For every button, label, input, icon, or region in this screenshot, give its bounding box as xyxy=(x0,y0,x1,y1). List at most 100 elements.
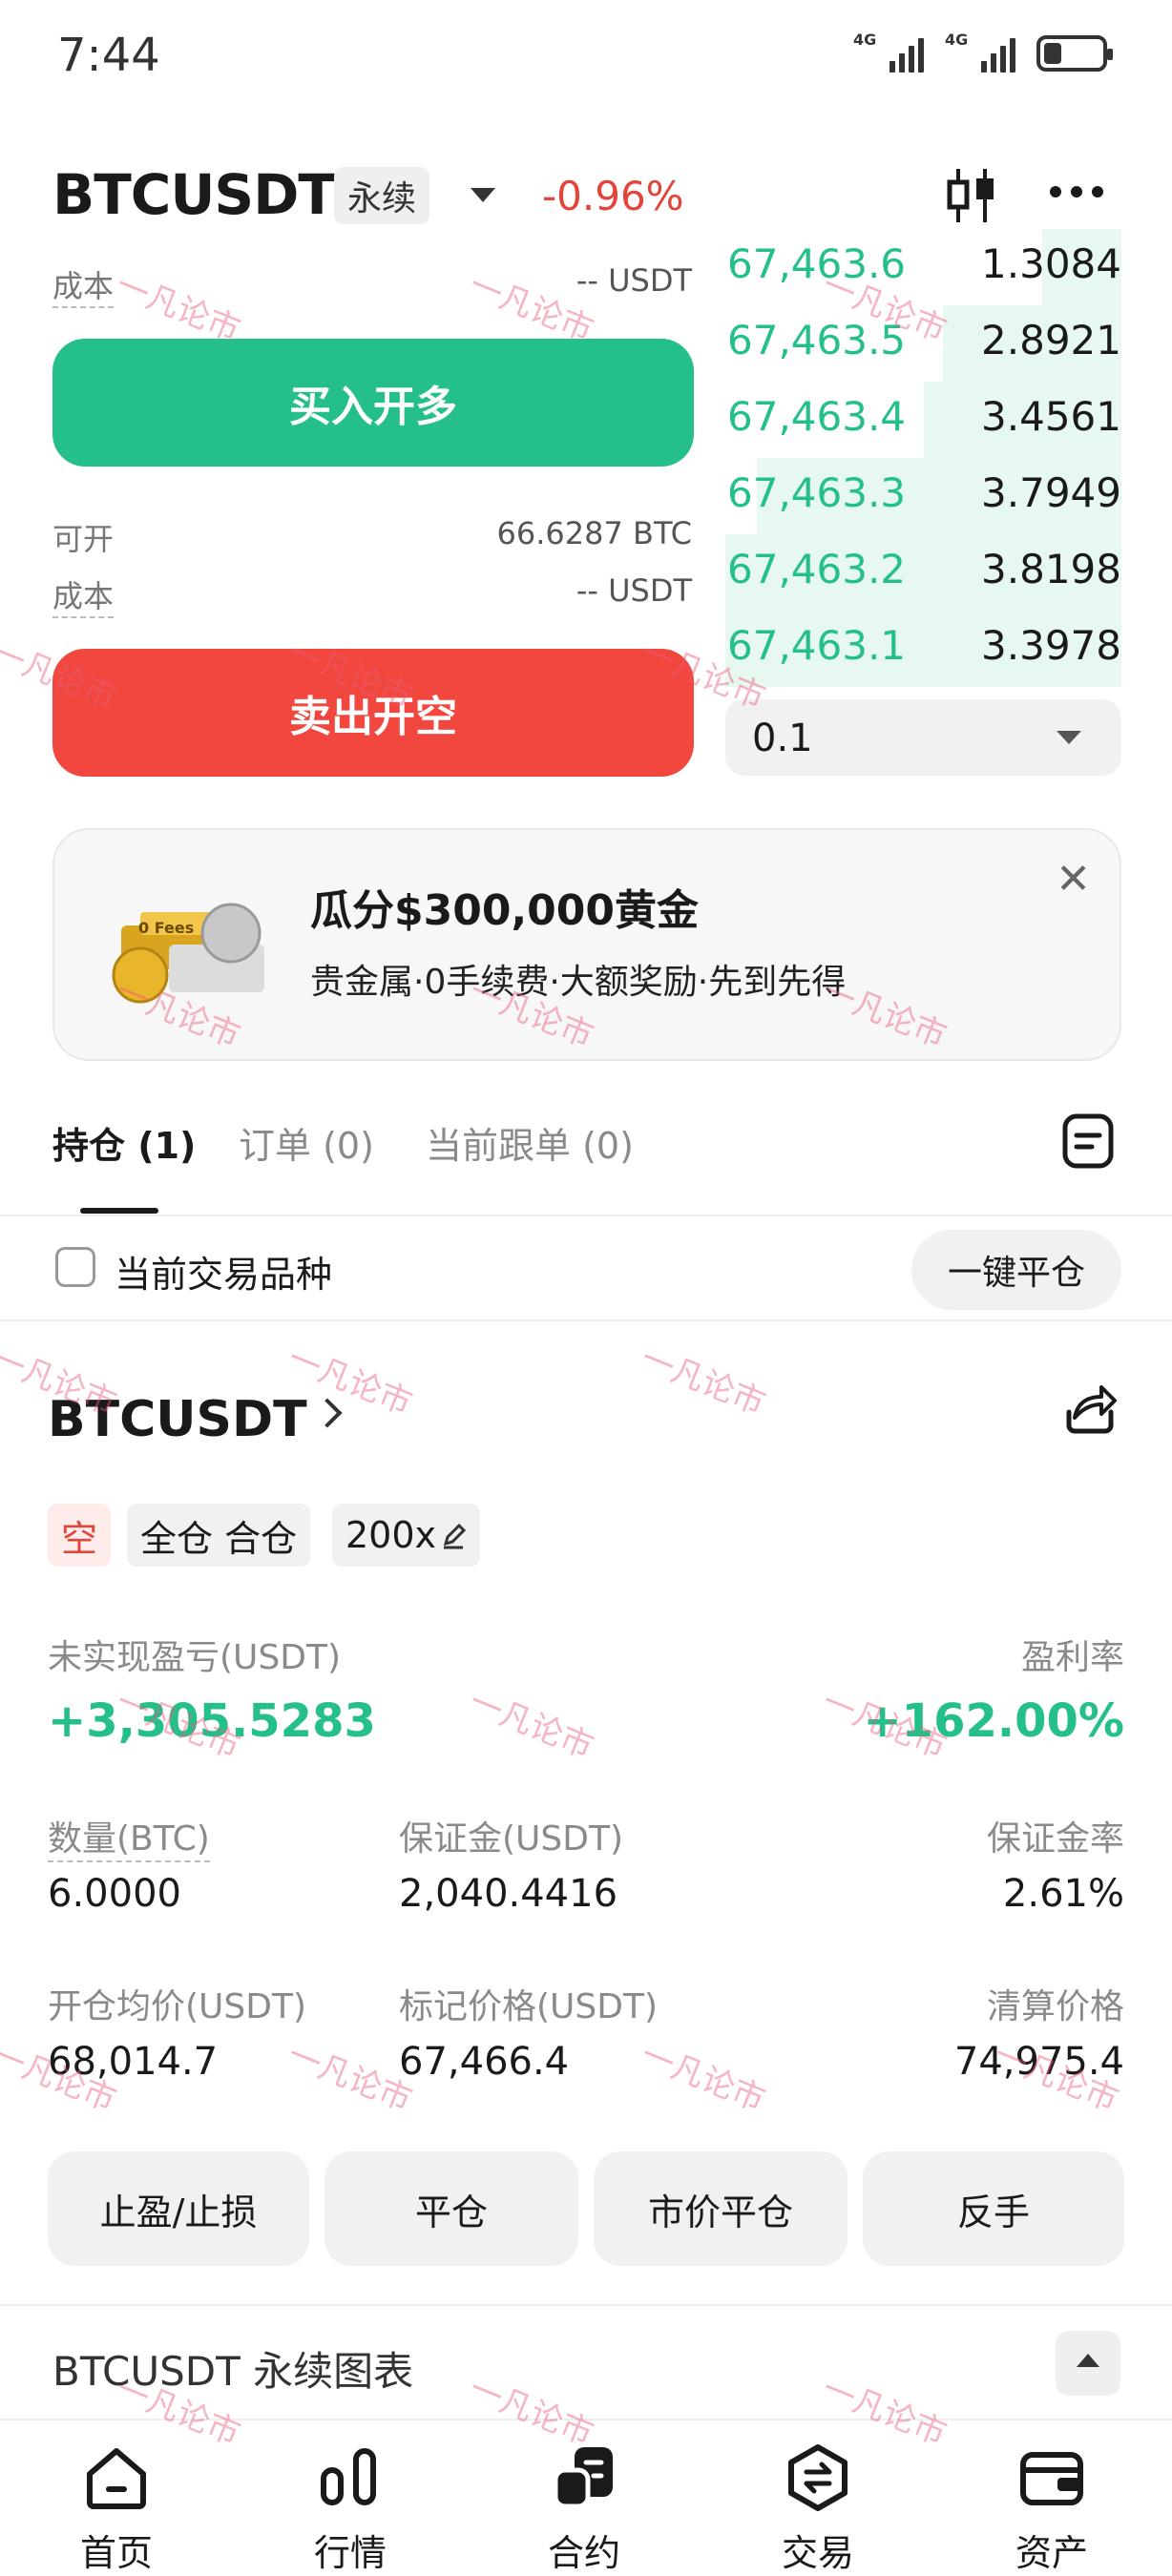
tp-sl-button[interactable]: 止盈/止损 xyxy=(48,2151,309,2266)
buy-long-button[interactable]: 买入开多 xyxy=(52,339,694,467)
status-time: 7:44 xyxy=(57,29,160,82)
margin-ratio-value: 2.61% xyxy=(1002,1872,1124,1916)
gold-bars-icon: 0 Fees xyxy=(112,903,264,1004)
mark-price-label: 标记价格(USDT) xyxy=(399,1987,659,2026)
orderbook-price: 67,463.2 xyxy=(727,546,907,592)
margin-ratio-label: 保证金率 xyxy=(986,1819,1124,1859)
close-position-button[interactable]: 平仓 xyxy=(324,2151,578,2266)
orderbook-qty: 2.8921 xyxy=(981,317,1121,364)
orderbook-qty: 3.8198 xyxy=(981,546,1121,592)
tab-orders[interactable]: 订单 (0) xyxy=(239,1116,374,1169)
orderbook-qty: 3.4561 xyxy=(981,393,1121,440)
orderbook-price: 67,463.6 xyxy=(727,240,907,287)
leverage-badge[interactable]: 200x xyxy=(332,1504,481,1567)
orderbook-row[interactable]: 67,463.3 3.7949 xyxy=(725,458,1121,534)
current-symbol-label: 当前交易品种 xyxy=(115,1254,333,1296)
orderbook-price: 67,463.5 xyxy=(727,317,907,364)
watermark: 一凡论市 xyxy=(636,1339,771,1423)
signal-icon: 4G xyxy=(945,31,1015,73)
entry-price-label: 开仓均价(USDT) xyxy=(48,1987,307,2026)
close-all-button[interactable]: 一键平仓 xyxy=(911,1230,1121,1310)
nav-home[interactable]: 首页 xyxy=(21,2420,212,2576)
unrealized-pnl-value: +3,305.5283 xyxy=(48,1694,376,1748)
bottom-nav: 首页 行情 合约 交易 资产 xyxy=(0,2419,1172,2576)
share-icon[interactable] xyxy=(1061,1380,1119,1437)
more-icon[interactable] xyxy=(1050,186,1103,197)
nav-futures[interactable]: 合约 xyxy=(489,2420,680,2576)
orderbook-qty: 3.7949 xyxy=(981,469,1121,516)
chevron-right-icon[interactable] xyxy=(312,1398,343,1428)
precision-select[interactable]: 0.1 xyxy=(725,699,1121,776)
candlestick-chart-icon[interactable] xyxy=(945,167,998,224)
filter-row: 当前交易品种 一键平仓 xyxy=(0,1216,1172,1321)
roe-label: 盈利率 xyxy=(1020,1638,1124,1677)
cost-label: 成本 xyxy=(52,572,115,618)
tab-positions[interactable]: 持仓 (1) xyxy=(52,1116,196,1169)
quantity-label: 数量(BTC) xyxy=(48,1811,210,1862)
reverse-position-button[interactable]: 反手 xyxy=(863,2151,1124,2266)
collapse-chart-button[interactable] xyxy=(1056,2331,1120,2396)
nav-trade[interactable]: 交易 xyxy=(722,2420,913,2576)
signal-icon: 4G xyxy=(853,31,924,73)
liquidation-price-value: 74,975.4 xyxy=(953,2040,1124,2084)
cost-label: 成本 xyxy=(52,262,115,308)
orderbook-row[interactable]: 67,463.5 2.8921 xyxy=(725,305,1121,382)
promo-title: 瓜分$300,000黄金 xyxy=(310,886,700,935)
close-icon[interactable]: ✕ xyxy=(1056,855,1091,904)
watermark: 一凡论市 xyxy=(464,1682,599,1767)
header: BTCUSDT 永续 -0.96% xyxy=(0,157,1172,234)
document-icon[interactable] xyxy=(1061,1112,1115,1170)
available-label: 可开 xyxy=(52,521,115,557)
margin-value: 2,040.4416 xyxy=(399,1872,618,1916)
orderbook-qty: 3.3978 xyxy=(981,622,1121,669)
home-icon xyxy=(87,2448,146,2509)
margin-label: 保证金(USDT) xyxy=(399,1819,624,1859)
svg-text:0 Fees: 0 Fees xyxy=(138,919,194,937)
status-bar: 7:44 4G 4G xyxy=(0,0,1172,114)
promo-subtitle: 贵金属·0手续费·大额奖励·先到先得 xyxy=(310,963,847,1002)
precision-value: 0.1 xyxy=(752,717,813,760)
unrealized-pnl-label: 未实现盈亏(USDT) xyxy=(48,1638,342,1677)
mark-price-value: 67,466.4 xyxy=(399,2040,570,2084)
status-icons: 4G 4G xyxy=(853,31,1113,73)
leverage-value: 200x xyxy=(345,1514,437,1556)
nav-assets[interactable]: 资产 xyxy=(956,2420,1147,2576)
orderbook-row[interactable]: 67,463.6 1.3084 xyxy=(725,229,1121,305)
orderbook-price: 67,463.1 xyxy=(727,622,907,669)
edit-icon xyxy=(443,1523,467,1549)
orderbook-price: 67,463.4 xyxy=(727,393,907,440)
price-change: -0.96% xyxy=(542,173,684,219)
watermark: 一凡论市 xyxy=(111,265,246,350)
orderbook-qty: 1.3084 xyxy=(981,240,1121,287)
orderbook-row[interactable]: 67,463.1 3.3978 xyxy=(725,611,1121,687)
markets-icon xyxy=(321,2448,376,2505)
market-close-button[interactable]: 市价平仓 xyxy=(594,2151,848,2266)
trade-icon xyxy=(788,2444,848,2511)
orderbook-row[interactable]: 67,463.4 3.4561 xyxy=(725,382,1121,458)
chevron-down-icon xyxy=(1057,731,1081,744)
chart-section-title: BTCUSDT 永续图表 xyxy=(52,2348,414,2395)
wallet-icon xyxy=(1020,2452,1083,2505)
available-value: 66.6287 BTC xyxy=(496,515,692,551)
margin-mode-badge: 全仓 合仓 xyxy=(127,1504,311,1567)
position-symbol[interactable]: BTCUSDT xyxy=(48,1391,307,1448)
tab-copy-trades[interactable]: 当前跟单 (0) xyxy=(426,1116,634,1169)
quantity-value: 6.0000 xyxy=(48,1872,181,1916)
sell-short-button[interactable]: 卖出开空 xyxy=(52,649,694,777)
promo-banner[interactable]: 0 Fees 瓜分$300,000黄金 贵金属·0手续费·大额奖励·先到先得 ✕ xyxy=(52,828,1121,1061)
nav-markets[interactable]: 行情 xyxy=(255,2420,446,2576)
pair-name[interactable]: BTCUSDT xyxy=(52,162,336,227)
orderbook-row[interactable]: 67,463.2 3.8198 xyxy=(725,534,1121,611)
pair-dropdown-icon[interactable] xyxy=(471,188,495,202)
cost-value: -- USDT xyxy=(576,572,692,609)
chart-section: BTCUSDT 永续图表 xyxy=(0,2304,1172,2419)
current-symbol-checkbox[interactable] xyxy=(55,1247,95,1287)
side-badge: 空 xyxy=(48,1504,112,1567)
orderbook-price: 67,463.3 xyxy=(727,469,907,516)
contract-type-badge: 永续 xyxy=(334,167,430,224)
cost-value: -- USDT xyxy=(576,262,692,299)
tab-underline xyxy=(80,1208,158,1214)
position-tabs: 持仓 (1) 订单 (0) 当前跟单 (0) xyxy=(0,1097,1172,1216)
liquidation-price-label: 清算价格 xyxy=(986,1987,1124,2026)
orderbook: 67,463.6 1.3084 67,463.5 2.8921 67,463.4 3.45… xyxy=(725,229,1121,687)
